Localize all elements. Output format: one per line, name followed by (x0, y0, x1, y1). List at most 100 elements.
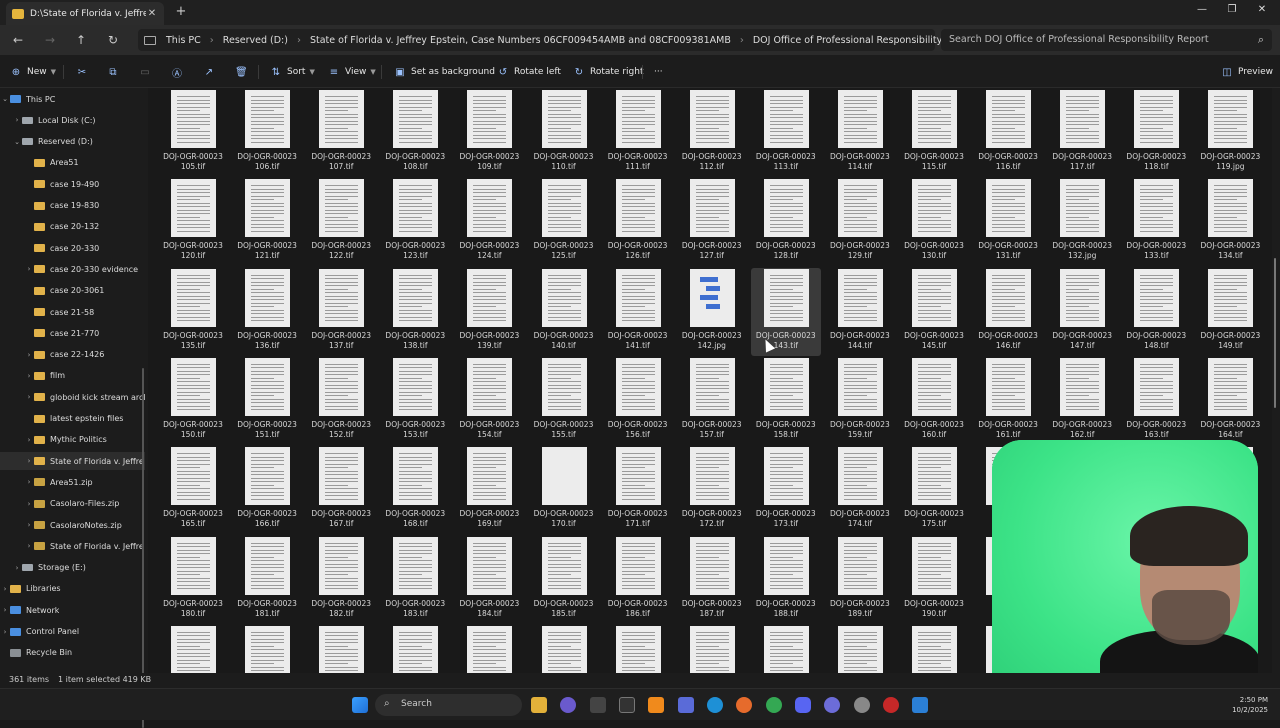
app-taskbar-icon[interactable] (590, 697, 606, 713)
address-bar[interactable]: This PC › Reserved (D:) › State of Flori… (138, 29, 977, 51)
file-tile[interactable] (380, 625, 450, 673)
file-tile[interactable]: DOJ-OGR-00023 149.tif (1195, 268, 1265, 356)
file-tile[interactable]: DOJ-OGR-00023 153.tif (380, 357, 450, 445)
firefox-taskbar-icon[interactable] (736, 697, 752, 713)
file-tile[interactable]: DOJ-OGR-00023 169.tif (454, 446, 524, 534)
file-tile[interactable] (677, 625, 747, 673)
delete-button[interactable]: 🗑 (235, 64, 252, 80)
nav-tree-item[interactable]: › Control Panel (0, 623, 145, 641)
file-tile[interactable]: DOJ-OGR-00023 138.tif (380, 268, 450, 356)
file-tile[interactable]: DOJ-OGR-00023 147.tif (1047, 268, 1117, 356)
file-tile[interactable] (158, 625, 228, 673)
file-tile[interactable]: DOJ-OGR-00023 106.tif (232, 89, 302, 177)
file-tile[interactable]: DOJ-OGR-00023 130.tif (899, 178, 969, 266)
file-tile[interactable]: DOJ-OGR-00023 135.tif (158, 268, 228, 356)
file-tile[interactable]: DOJ-OGR-00023 150.tif (158, 357, 228, 445)
nav-tree-item[interactable]: › State of Florida v. Jeffre (0, 452, 145, 471)
file-explorer-taskbar-icon[interactable] (531, 697, 547, 713)
rename-button[interactable]: Ⓐ (171, 64, 188, 80)
file-tile[interactable]: DOJ-OGR-00023 110.tif (529, 89, 599, 177)
copy-button[interactable]: ⧉ (107, 64, 124, 80)
set-as-background-button[interactable]: ▣ Set as background (394, 64, 495, 80)
nav-tree-item[interactable]: case 20-330 (0, 239, 145, 257)
up-button[interactable]: ↑ (72, 32, 90, 48)
app-taskbar-icon[interactable] (854, 697, 870, 713)
file-tile[interactable]: DOJ-OGR-00023 125.tif (529, 178, 599, 266)
file-tile[interactable] (454, 625, 524, 673)
file-tile[interactable]: DOJ-OGR-00023 186.tif (603, 536, 673, 624)
chevron-right-icon[interactable]: › (740, 35, 744, 46)
file-tile[interactable]: DOJ-OGR-00023 134.tif (1195, 178, 1265, 266)
file-tile[interactable]: DOJ-OGR-00023 162.tif (1047, 357, 1117, 445)
file-tile[interactable]: DOJ-OGR-00023 156.tif (603, 357, 673, 445)
chevron-right-icon[interactable]: › (24, 265, 34, 273)
discord-taskbar-icon[interactable] (795, 697, 811, 713)
file-tile[interactable]: DOJ-OGR-00023 127.tif (677, 178, 747, 266)
nav-tree-item[interactable]: Recycle Bin (0, 644, 145, 662)
file-tile[interactable]: DOJ-OGR-00023 180.tif (158, 536, 228, 624)
file-tile[interactable]: DOJ-OGR-00023 132.jpg (1047, 178, 1117, 266)
paste-button[interactable]: ▭ (139, 64, 156, 80)
chevron-down-icon[interactable]: ⌄ (12, 138, 22, 146)
file-tile[interactable]: DOJ-OGR-00023 170.tif (529, 446, 599, 534)
chevron-right-icon[interactable]: › (24, 436, 34, 444)
minimize-button[interactable]: — (1186, 0, 1218, 22)
more-options-button[interactable]: ··· (654, 64, 663, 80)
chevron-right-icon[interactable]: › (297, 35, 301, 46)
file-tile[interactable] (232, 625, 302, 673)
file-tile[interactable]: DOJ-OGR-00023 175.tif (899, 446, 969, 534)
file-tile[interactable]: DOJ-OGR-00023 160.tif (899, 357, 969, 445)
view-button[interactable]: ≡ View ▼ (328, 64, 376, 80)
nav-tree-item[interactable]: case 19-490 (0, 175, 145, 193)
refresh-button[interactable]: ↻ (104, 32, 122, 48)
chevron-right-icon[interactable]: › (210, 35, 214, 46)
share-button[interactable]: ↗ (203, 64, 220, 80)
nav-tree-item[interactable]: › Mythic Politics (0, 431, 145, 449)
file-tile[interactable]: DOJ-OGR-00023 128.tif (751, 178, 821, 266)
nav-tree-item[interactable]: › case 22-1426 (0, 346, 145, 364)
file-tile[interactable] (306, 625, 376, 673)
file-tile[interactable]: DOJ-OGR-00023 171.tif (603, 446, 673, 534)
file-tile[interactable]: DOJ-OGR-00023 182.tif (306, 536, 376, 624)
file-tile[interactable]: DOJ-OGR-00023 141.tif (603, 268, 673, 356)
file-tile[interactable]: DOJ-OGR-00023 120.tif (158, 178, 228, 266)
nav-tree-item[interactable]: case 19-830 (0, 197, 145, 215)
file-tile[interactable]: DOJ-OGR-00023 116.tif (973, 89, 1043, 177)
file-tile[interactable]: DOJ-OGR-00023 166.tif (232, 446, 302, 534)
chevron-right-icon[interactable]: › (24, 372, 34, 380)
file-tile[interactable]: DOJ-OGR-00023 158.tif (751, 357, 821, 445)
nav-tree-item[interactable]: Area51 (0, 154, 145, 172)
chevron-right-icon[interactable]: › (24, 542, 34, 550)
file-tile[interactable]: DOJ-OGR-00023 115.tif (899, 89, 969, 177)
file-tile[interactable]: DOJ-OGR-00023 105.tif (158, 89, 228, 177)
tab-current-folder[interactable]: D:\State of Florida v. Jeffrey E ✕ (6, 2, 164, 25)
file-tile[interactable] (899, 625, 969, 673)
taskbar-search[interactable]: ⌕ Search (375, 694, 522, 716)
file-tile[interactable]: DOJ-OGR-00023 185.tif (529, 536, 599, 624)
scrollbar-thumb[interactable] (1274, 258, 1276, 408)
vlc-taskbar-icon[interactable] (648, 697, 664, 713)
nav-tree-item[interactable]: › globoid kick stream arcl (0, 388, 145, 406)
chrome-taskbar-icon[interactable] (766, 697, 782, 713)
file-tile[interactable]: DOJ-OGR-00023 154.tif (454, 357, 524, 445)
file-tile[interactable]: DOJ-OGR-00023 145.tif (899, 268, 969, 356)
file-tile[interactable]: DOJ-OGR-00023 187.tif (677, 536, 747, 624)
file-tile[interactable]: DOJ-OGR-00023 174.tif (825, 446, 895, 534)
nav-tree-item[interactable]: ⌄ Reserved (D:) (0, 133, 145, 151)
file-tile[interactable] (751, 625, 821, 673)
maximize-button[interactable]: ❐ (1216, 0, 1248, 22)
file-tile[interactable]: DOJ-OGR-00023 131.tif (973, 178, 1043, 266)
new-button[interactable]: ⊕ New ▼ (10, 64, 56, 80)
file-tile[interactable]: DOJ-OGR-00023 167.tif (306, 446, 376, 534)
nav-tree-item[interactable]: case 20-132 (0, 218, 145, 236)
rotate-right-button[interactable]: ↻ Rotate right (573, 64, 644, 80)
chevron-right-icon[interactable]: › (0, 585, 10, 593)
file-tile[interactable]: DOJ-OGR-00023 113.tif (751, 89, 821, 177)
nav-tree-item[interactable]: latest epstein files (0, 410, 145, 428)
file-tile[interactable]: DOJ-OGR-00023 155.tif (529, 357, 599, 445)
file-tile[interactable] (825, 625, 895, 673)
file-tile[interactable]: DOJ-OGR-00023 189.tif (825, 536, 895, 624)
forward-button[interactable]: → (41, 32, 59, 48)
preview-pane-button[interactable]: ◫ Preview (1221, 64, 1273, 80)
file-tile[interactable]: DOJ-OGR-00023 118.tif (1121, 89, 1191, 177)
